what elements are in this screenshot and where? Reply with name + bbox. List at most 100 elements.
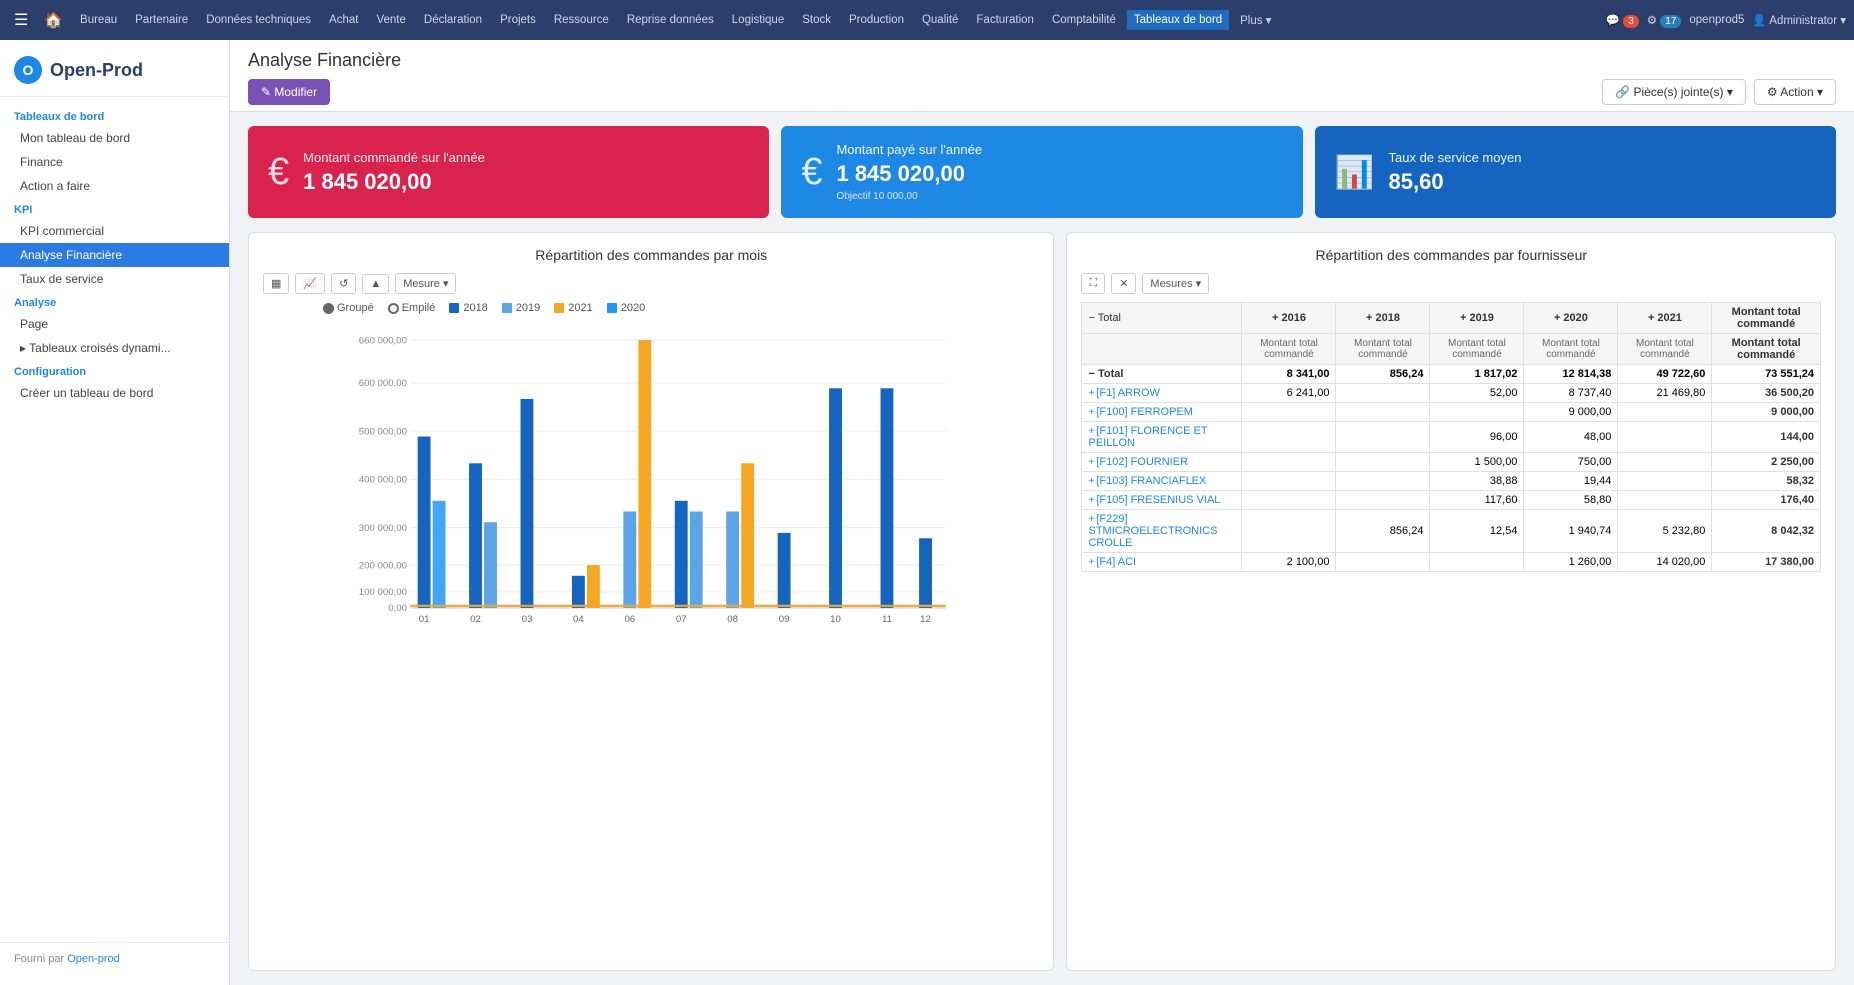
bar-12-2018 <box>919 538 932 608</box>
bar-04-2021 <box>587 565 600 608</box>
svg-text:600 000,00: 600 000,00 <box>359 378 407 389</box>
total-cell: 73 551,24 <box>1712 365 1821 384</box>
sidebar-item-analyse-financiere[interactable]: Analyse Financière <box>0 243 229 267</box>
row-label[interactable]: +[F1] ARROW <box>1082 384 1242 403</box>
settings-badge: 17 <box>1660 15 1681 28</box>
bar-07-2018 <box>675 501 688 608</box>
nav-logistique[interactable]: Logistique <box>725 10 791 30</box>
table-expand-icon[interactable]: ⛶ <box>1081 273 1105 294</box>
row-cell <box>1336 384 1430 403</box>
table-close-icon[interactable]: ✕ <box>1111 273 1136 294</box>
nav-bureau[interactable]: Bureau <box>73 10 124 30</box>
legend-2021-color <box>554 303 564 313</box>
nav-production[interactable]: Production <box>842 10 911 30</box>
row-cell <box>1242 491 1336 510</box>
row-cell: 58,32 <box>1712 472 1821 491</box>
chart-bar-icon[interactable]: ▦ <box>263 273 289 294</box>
main-layout: O Open-Prod Tableaux de bord Mon tableau… <box>0 40 1854 985</box>
sidebar-item-creer-tableau[interactable]: Créer un tableau de bord <box>0 381 229 405</box>
modifier-button[interactable]: ✎ Modifier <box>248 79 330 105</box>
nav-comptabilite[interactable]: Comptabilité <box>1045 10 1123 30</box>
home-icon[interactable]: 🏠 <box>38 7 69 33</box>
pieces-jointes-button[interactable]: 🔗 Pièce(s) jointe(s) ▾ <box>1602 79 1746 105</box>
row-label[interactable]: +[F102] FOURNIER <box>1082 453 1242 472</box>
nav-reprise[interactable]: Reprise données <box>620 10 721 30</box>
bar-01-2020 <box>433 501 446 608</box>
nav-stock[interactable]: Stock <box>795 10 838 30</box>
nav-vente[interactable]: Vente <box>369 10 412 30</box>
legend-grouped[interactable]: Groupé <box>323 302 374 314</box>
row-cell: 21 469,80 <box>1618 384 1712 403</box>
col-sub-total: Montant total commandé <box>1712 334 1821 365</box>
row-label[interactable]: +[F4] ACI <box>1082 553 1242 572</box>
sidebar-item-taux-service[interactable]: Taux de service <box>0 267 229 291</box>
openprod-link[interactable]: Open-prod <box>67 953 120 965</box>
toolbar: ✎ Modifier 🔗 Pièce(s) jointe(s) ▾ ⚙ Acti… <box>248 79 1836 105</box>
nav-plus[interactable]: Plus ▾ <box>1233 9 1278 31</box>
top-nav-right: 💬 3 ⚙ 17 openprod5 👤 Administrator ▾ <box>1606 13 1846 27</box>
nav-facturation[interactable]: Facturation <box>969 10 1041 30</box>
chart-left-toolbar: ▦ 📈 ↺ ▲ Mesure ▾ <box>263 273 1039 294</box>
chart-right-title: Répartition des commandes par fournisseu… <box>1081 247 1821 263</box>
row-cell <box>1618 491 1712 510</box>
nav-qualite[interactable]: Qualité <box>915 10 965 30</box>
nav-projets[interactable]: Projets <box>493 10 543 30</box>
chart-pie-icon[interactable]: ↺ <box>331 273 356 294</box>
nav-achat[interactable]: Achat <box>322 10 365 30</box>
table-row[interactable]: +[F103] FRANCIAFLEX38,8819,4458,32 <box>1082 472 1821 491</box>
sidebar-item-page[interactable]: Page <box>0 312 229 336</box>
bar-01-2018 <box>418 437 431 608</box>
chart-area-icon[interactable]: ▲ <box>362 274 389 294</box>
nav-ressource[interactable]: Ressource <box>547 10 616 30</box>
legend-2018: 2018 <box>449 302 487 314</box>
nav-partenaire[interactable]: Partenaire <box>128 10 195 30</box>
chart-line-icon[interactable]: 📈 <box>295 273 325 294</box>
sidebar-item-action[interactable]: Action a faire <box>0 174 229 198</box>
table-row[interactable]: +[F4] ACI2 100,001 260,0014 020,0017 380… <box>1082 553 1821 572</box>
svg-text:200 000,00: 200 000,00 <box>359 560 407 571</box>
table-row[interactable]: +[F229] STMICROELECTRONICS CROLLE856,241… <box>1082 510 1821 553</box>
col-header-2019: + 2019 <box>1430 303 1524 334</box>
chart-right: Répartition des commandes par fournisseu… <box>1066 232 1836 971</box>
nav-tableaux[interactable]: Tableaux de bord <box>1127 10 1229 30</box>
user-label[interactable]: 👤 Administrator ▾ <box>1752 13 1846 27</box>
row-label[interactable]: +[F101] FLORENCE ET PEILLON <box>1082 422 1242 453</box>
svg-text:04: 04 <box>573 614 584 624</box>
bar-02-2019 <box>484 522 497 608</box>
row-label[interactable]: +[F100] FERROPEM <box>1082 403 1242 422</box>
table-measures-btn[interactable]: Mesures ▾ <box>1142 273 1209 294</box>
row-label[interactable]: +[F103] FRANCIAFLEX <box>1082 472 1242 491</box>
kpi-commande-icon: € <box>268 151 289 194</box>
table-toolbar: ⛶ ✕ Mesures ▾ <box>1081 273 1821 294</box>
sidebar-item-tableaux-croises[interactable]: ▸ Tableaux croisés dynami... <box>0 336 229 360</box>
col-sub-2020: Montant total commandé <box>1524 334 1618 365</box>
sidebar-item-kpi-commercial[interactable]: KPI commercial <box>0 219 229 243</box>
row-label[interactable]: +[F105] FRESENIUS VIAL <box>1082 491 1242 510</box>
top-nav: ☰ 🏠 Bureau Partenaire Données techniques… <box>0 0 1854 40</box>
settings-icon[interactable]: ⚙ 17 <box>1647 13 1682 27</box>
total-cell: 49 722,60 <box>1618 365 1712 384</box>
col-subheader-label <box>1082 334 1242 365</box>
table-row[interactable]: +[F1] ARROW6 241,0052,008 737,4021 469,8… <box>1082 384 1821 403</box>
row-label[interactable]: +[F229] STMICROELECTRONICS CROLLE <box>1082 510 1242 553</box>
sidebar-item-mon-tableau[interactable]: Mon tableau de bord <box>0 126 229 150</box>
nav-declaration[interactable]: Déclaration <box>417 10 489 30</box>
chat-icon[interactable]: 💬 3 <box>1606 13 1639 27</box>
bar-chart-svg: 660 000,00 600 000,00 500 000,00 400 000… <box>263 324 1039 624</box>
table-row[interactable]: +[F102] FOURNIER1 500,00750,002 250,00 <box>1082 453 1821 472</box>
row-cell: 8 737,40 <box>1524 384 1618 403</box>
nav-donnees[interactable]: Données techniques <box>199 10 318 30</box>
action-button[interactable]: ⚙ Action ▾ <box>1754 79 1836 105</box>
table-row[interactable]: +[F101] FLORENCE ET PEILLON96,0048,00144… <box>1082 422 1821 453</box>
row-cell <box>1336 453 1430 472</box>
table-row[interactable]: +[F105] FRESENIUS VIAL117,6058,80176,40 <box>1082 491 1821 510</box>
sidebar-item-finance[interactable]: Finance <box>0 150 229 174</box>
bar-08-2021 <box>741 463 754 608</box>
row-cell <box>1336 491 1430 510</box>
radio-stacked <box>388 303 399 314</box>
row-cell: 52,00 <box>1430 384 1524 403</box>
chart-measure-btn[interactable]: Mesure ▾ <box>395 273 456 294</box>
hamburger-menu[interactable]: ☰ <box>8 6 34 34</box>
legend-stacked[interactable]: Empilé <box>388 302 436 314</box>
table-row[interactable]: +[F100] FERROPEM9 000,009 000,00 <box>1082 403 1821 422</box>
